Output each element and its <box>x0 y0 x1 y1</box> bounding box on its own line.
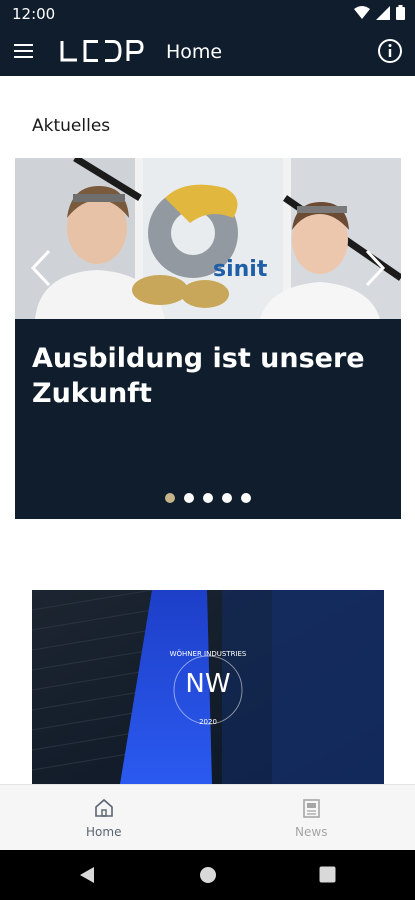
status-time: 12:00 <box>12 5 56 23</box>
home-icon <box>94 798 113 817</box>
slide-image-sign-text: sinit <box>213 257 268 282</box>
page-title: Home <box>166 41 223 63</box>
news-carousel[interactable]: sinit Ausbildung ist unsere Zukunft <box>15 158 401 519</box>
recents-icon[interactable] <box>319 866 336 883</box>
slide-image: sinit <box>15 158 401 319</box>
carousel-dot[interactable] <box>165 493 175 503</box>
wifi-icon <box>354 5 370 19</box>
bottom-navigation: Home News <box>0 784 415 850</box>
company-card-image[interactable]: WÖHNER INDUSTRIES NW 2020 <box>32 590 384 784</box>
card-monogram: NW <box>185 669 230 699</box>
section-title: Aktuelles <box>32 116 111 136</box>
back-icon[interactable] <box>78 866 96 884</box>
cellular-icon <box>376 5 390 20</box>
nav-label-home: Home <box>86 825 122 839</box>
carousel-dot[interactable] <box>222 493 232 503</box>
status-bar: 12:00 <box>0 0 415 26</box>
carousel-prev-arrow-icon[interactable] <box>29 248 53 288</box>
slide-title[interactable]: Ausbildung ist unsere Zukunft <box>32 341 372 411</box>
nav-label-news: News <box>295 825 328 839</box>
status-icons <box>354 5 405 20</box>
carousel-dot[interactable] <box>203 493 213 503</box>
app-bar: Home <box>0 26 415 76</box>
system-navigation-bar <box>0 850 415 900</box>
home-system-icon[interactable] <box>199 866 217 884</box>
nav-item-home[interactable]: Home <box>0 785 208 850</box>
hamburger-menu-icon[interactable] <box>14 38 40 64</box>
carousel-next-arrow-icon[interactable] <box>363 248 387 288</box>
carousel-dot[interactable] <box>184 493 194 503</box>
info-icon[interactable] <box>377 38 403 64</box>
nav-item-news[interactable]: News <box>208 785 415 850</box>
lcdp-logo <box>60 40 144 62</box>
card-image-text-bottom: 2020 <box>199 718 217 726</box>
carousel-dot[interactable] <box>241 493 251 503</box>
battery-icon <box>396 5 405 20</box>
newspaper-icon <box>303 799 321 818</box>
carousel-pagination <box>15 493 401 503</box>
card-image-text-top: WÖHNER INDUSTRIES <box>170 649 247 658</box>
